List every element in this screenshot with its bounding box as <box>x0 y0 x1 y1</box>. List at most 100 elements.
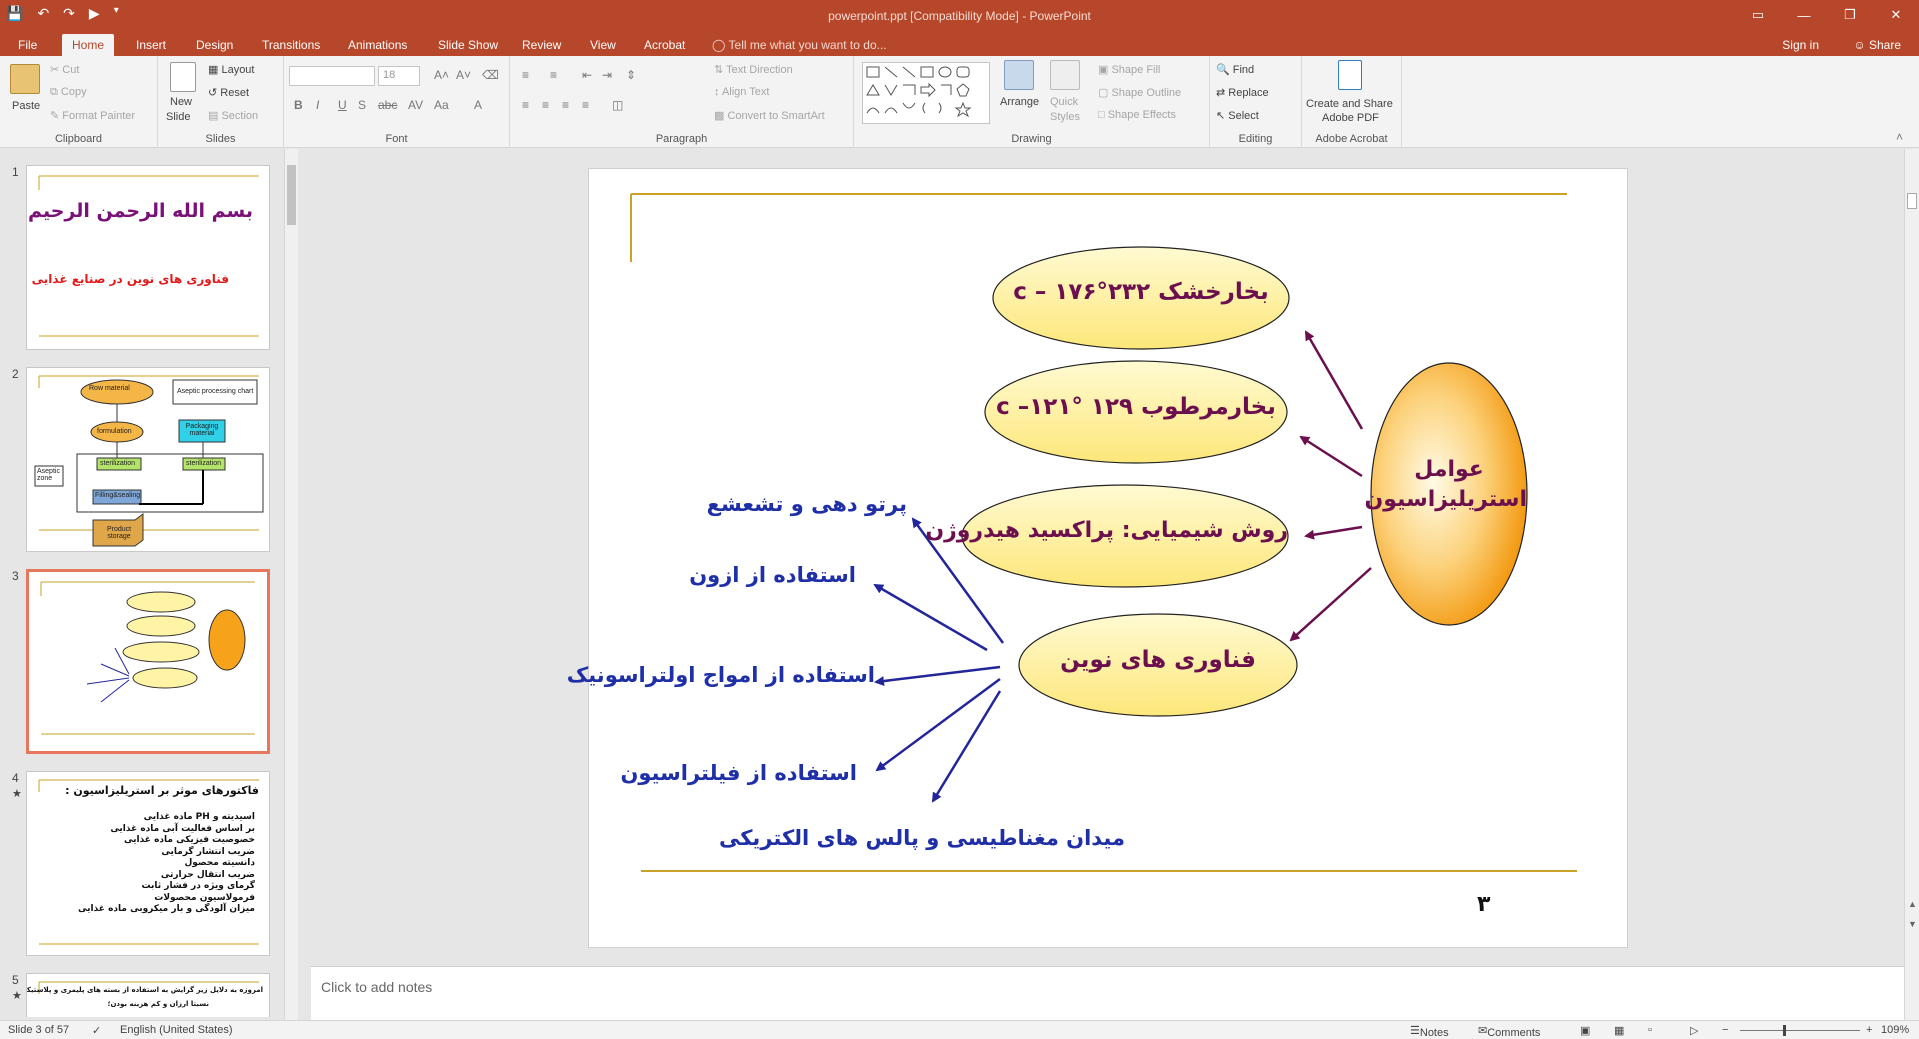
increase-indent-icon[interactable]: ⇥ <box>602 68 612 82</box>
select-button[interactable]: ↖ Select <box>1216 109 1259 122</box>
grow-font-icon[interactable]: A˄ <box>434 68 449 82</box>
justify-icon[interactable]: ≡ <box>582 98 589 112</box>
format-painter-button[interactable]: ✎ Format Painter <box>50 109 135 122</box>
clear-formatting-icon[interactable]: ⌫ <box>482 68 499 82</box>
shapes-gallery[interactable] <box>862 62 990 124</box>
section-button[interactable]: ▤ Section <box>208 109 258 122</box>
strikethrough-icon[interactable]: abc <box>378 98 397 112</box>
decrease-indent-icon[interactable]: ⇤ <box>582 68 592 82</box>
slideshow-view-icon[interactable]: ▷ <box>1690 1024 1698 1037</box>
language-indicator[interactable]: English (United States) <box>120 1024 233 1036</box>
tell-me-search[interactable]: ◯ Tell me what you want to do... <box>712 34 887 56</box>
ribbon-display-options-icon[interactable]: ▭ <box>1735 0 1781 30</box>
shape-outline-button[interactable]: ▢ Shape Outline <box>1098 86 1181 99</box>
slide-thumbnail-5[interactable]: امروزه به دلایل زیر گرایش به استفاده از … <box>26 973 270 1017</box>
slide-sorter-icon[interactable]: ▦ <box>1614 1024 1624 1037</box>
shape-fill-button[interactable]: ▣ Shape Fill <box>1098 63 1160 76</box>
ribbon: Paste ✂ Cut ⧉ Copy ✎ Format Painter Clip… <box>0 56 1919 148</box>
new-slide-icon[interactable] <box>170 62 196 92</box>
collapse-ribbon-icon[interactable]: ˄ <box>1896 130 1903 144</box>
tab-design[interactable]: Design <box>186 34 243 56</box>
arrange-button[interactable]: Arrange <box>1000 96 1039 108</box>
shrink-font-icon[interactable]: A˅ <box>456 68 471 82</box>
quick-styles-dropdown[interactable]: Styles <box>1050 111 1080 123</box>
line-spacing-icon[interactable]: ⇕ <box>626 68 636 82</box>
reset-button[interactable]: ↺ Reset <box>208 86 249 99</box>
slide-thumbnail-1[interactable]: بسم الله الرحمن الرحیم فناوری های نوین د… <box>26 165 270 350</box>
editing-group: 🔍 Find ⇄ Replace ↖ Select Editing <box>1210 56 1302 148</box>
shape-effects-button[interactable]: □ Shape Effects <box>1098 109 1176 121</box>
numbering-icon[interactable]: ≡ <box>550 68 557 82</box>
zoom-out-icon[interactable]: − <box>1722 1024 1728 1036</box>
italic-icon[interactable]: I <box>316 98 319 112</box>
create-pdf-icon[interactable] <box>1338 60 1362 90</box>
next-slide-icon[interactable]: ▼ <box>1908 919 1917 929</box>
cut-button[interactable]: ✂ Cut <box>50 63 79 76</box>
font-name-input[interactable] <box>289 66 375 86</box>
label-new-tech: فناوری های نوین <box>1060 647 1256 673</box>
bullets-icon[interactable]: ≡ <box>522 68 529 82</box>
zoom-slider[interactable] <box>1740 1025 1860 1036</box>
new-slide-dropdown[interactable]: Slide <box>166 111 190 123</box>
slide-thumbnail-4[interactable]: فاکتورهای موثر بر استریلیزاسیون : اسیدیت… <box>26 771 270 956</box>
slide-thumbnail-2[interactable]: Row material Aseptic processing chart fo… <box>26 367 270 552</box>
create-share-pdf-button[interactable]: Create and Share <box>1306 98 1393 110</box>
underline-icon[interactable]: U <box>338 98 347 112</box>
editor-scrollbar[interactable]: ▲ ▼ <box>1904 149 1919 1020</box>
thumb-2-box-2: Aseptic processing chart <box>177 388 254 395</box>
new-slide-button[interactable]: New <box>170 96 192 108</box>
quick-styles-icon[interactable] <box>1050 60 1080 90</box>
tab-animations[interactable]: Animations <box>338 34 417 56</box>
align-right-icon[interactable]: ≡ <box>562 98 569 112</box>
zoom-slider-thumb[interactable] <box>1783 1025 1786 1036</box>
tab-review[interactable]: Review <box>512 34 571 56</box>
zoom-in-icon[interactable]: + <box>1866 1024 1872 1036</box>
comments-toggle[interactable]: ✉ Comments <box>1478 1024 1540 1039</box>
thumbnail-scroll-thumb[interactable] <box>287 165 296 225</box>
font-color-icon[interactable]: A <box>474 98 482 112</box>
align-text-button[interactable]: ↕ Align Text <box>714 86 769 98</box>
shadow-icon[interactable]: S <box>358 98 366 112</box>
arrange-icon[interactable] <box>1004 60 1034 90</box>
tab-home[interactable]: Home <box>62 34 115 56</box>
font-size-input[interactable]: 18 <box>378 66 420 86</box>
prev-slide-icon[interactable]: ▲ <box>1908 899 1917 909</box>
notes-pane[interactable]: Click to add notes <box>311 966 1904 1020</box>
tab-transitions[interactable]: Transitions <box>252 34 330 56</box>
quick-styles-button[interactable]: Quick <box>1050 96 1078 108</box>
sign-in-link[interactable]: Sign in <box>1782 34 1819 56</box>
tab-acrobat[interactable]: Acrobat <box>634 34 695 56</box>
tab-insert[interactable]: Insert <box>126 34 176 56</box>
editor-scroll-thumb[interactable] <box>1907 193 1917 209</box>
align-left-icon[interactable]: ≡ <box>522 98 529 112</box>
char-spacing-icon[interactable]: AV <box>408 98 423 112</box>
layout-button[interactable]: ▦ Layout <box>208 63 254 76</box>
reading-view-icon[interactable]: ▫ <box>1648 1024 1652 1036</box>
thumbnail-scrollbar[interactable] <box>284 149 298 1020</box>
close-button[interactable]: ✕ <box>1873 0 1919 30</box>
zoom-level[interactable]: 109% <box>1881 1024 1909 1036</box>
copy-button[interactable]: ⧉ Copy <box>50 86 87 99</box>
change-case-icon[interactable]: Aa <box>434 98 449 112</box>
share-button[interactable]: ☺ Share <box>1853 34 1901 56</box>
find-button[interactable]: 🔍 Find <box>1216 63 1254 76</box>
paste-icon[interactable] <box>10 64 40 94</box>
minimize-button[interactable]: — <box>1781 0 1827 30</box>
replace-button[interactable]: ⇄ Replace <box>1216 86 1269 99</box>
restore-button[interactable]: ❐ <box>1827 0 1873 30</box>
bold-icon[interactable]: B <box>294 98 303 112</box>
text-direction-button[interactable]: ⇅ Text Direction <box>714 63 793 76</box>
tab-view[interactable]: View <box>580 34 626 56</box>
columns-icon[interactable]: ◫ <box>612 98 623 112</box>
label-chemical: روش شیمیایی: پراکسید هیدروژن <box>925 518 1288 543</box>
tab-slide-show[interactable]: Slide Show <box>428 34 508 56</box>
convert-smartart-button[interactable]: ▩ Convert to SmartArt <box>714 109 825 122</box>
align-center-icon[interactable]: ≡ <box>542 98 549 112</box>
normal-view-icon[interactable]: ▣ <box>1580 1024 1590 1037</box>
slide-canvas[interactable]: بخارخشک ۲۳۲°c – ۱۷۶ بخارمرطوب ۱۲۹ °c –۱۲… <box>567 168 1628 948</box>
tab-file[interactable]: File <box>8 34 47 56</box>
notes-toggle[interactable]: ☰ Notes <box>1410 1024 1449 1039</box>
spell-check-icon[interactable]: ✓ <box>92 1024 101 1037</box>
slide-thumbnail-3[interactable] <box>26 569 270 754</box>
paste-button[interactable]: Paste <box>12 100 40 112</box>
